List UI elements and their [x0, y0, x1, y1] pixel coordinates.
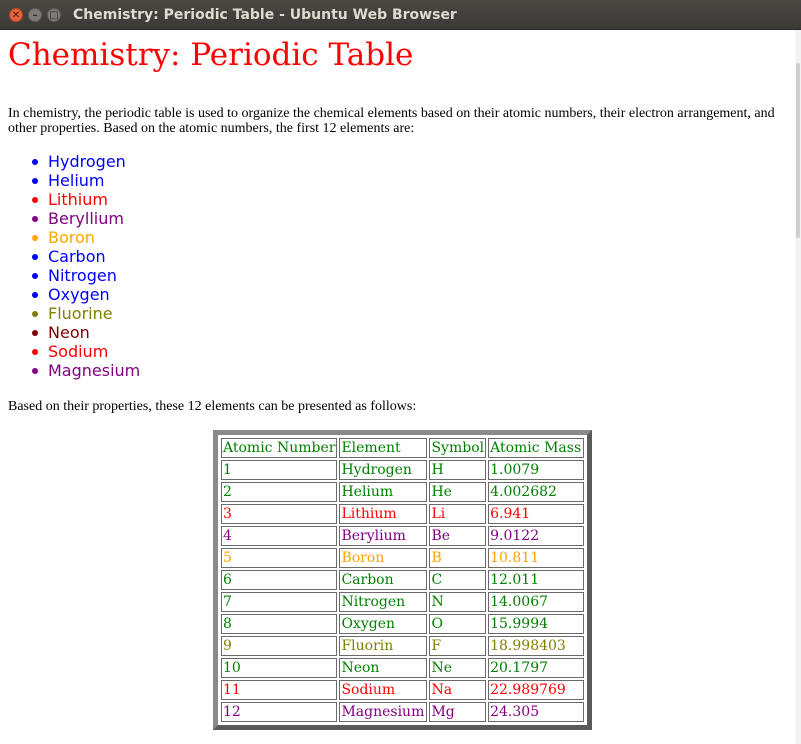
cell-symbol: N [429, 592, 487, 612]
list-item: Neon [31, 323, 140, 342]
element-list: Hydrogen Helium Lithium Beryllium Boron Carbo… [8, 152, 140, 380]
cell-atomic-number: 11 [221, 680, 338, 700]
cell-element: Nitrogen [339, 592, 428, 612]
cell-atomic-number: 8 [221, 614, 338, 634]
cell-atomic-mass: 1.0079 [488, 460, 585, 480]
table-row: 12 Magnesium Mg 24.305 [221, 702, 585, 722]
list-item: Oxygen [31, 285, 140, 304]
cell-atomic-number: 5 [221, 548, 338, 568]
cell-atomic-number: 1 [221, 460, 338, 480]
table-row: 8 Oxygen O 15.9994 [221, 614, 585, 634]
maximize-window-button[interactable]: □ [47, 8, 61, 22]
cell-symbol: Mg [429, 702, 487, 722]
table-header-row: Atomic Number Element Symbol Atomic Mass [221, 438, 585, 458]
cell-atomic-mass: 14.0067 [488, 592, 585, 612]
cell-atomic-mass: 10.811 [488, 548, 585, 568]
page-title: Chemistry: Periodic Table [8, 37, 414, 73]
cell-atomic-number: 4 [221, 526, 338, 546]
cell-element: Berylium [339, 526, 428, 546]
cell-symbol: Na [429, 680, 487, 700]
cell-atomic-number: 6 [221, 570, 338, 590]
cell-symbol: F [429, 636, 487, 656]
table-row: 7 Nitrogen N 14.0067 [221, 592, 585, 612]
table-row: 5 Boron B 10.811 [221, 548, 585, 568]
cell-element: Hydrogen [339, 460, 428, 480]
window-titlebar: ✕ – □ Chemistry: Periodic Table - Ubuntu… [0, 0, 801, 30]
table-row: 4 Berylium Be 9.0122 [221, 526, 585, 546]
cell-atomic-mass: 4.002682 [488, 482, 585, 502]
table-row: 10 Neon Ne 20.1797 [221, 658, 585, 678]
cell-atomic-number: 2 [221, 482, 338, 502]
cell-atomic-mass: 20.1797 [488, 658, 585, 678]
cell-element: Carbon [339, 570, 428, 590]
cell-element: Helium [339, 482, 428, 502]
cell-atomic-mass: 15.9994 [488, 614, 585, 634]
table-row: 6 Carbon C 12.011 [221, 570, 585, 590]
cell-atomic-number: 7 [221, 592, 338, 612]
header-atomic-mass: Atomic Mass [488, 438, 585, 458]
window-title: Chemistry: Periodic Table - Ubuntu Web B… [73, 7, 457, 23]
cell-element: Boron [339, 548, 428, 568]
table-row: 11 Sodium Na 22.989769 [221, 680, 585, 700]
cell-atomic-mass: 12.011 [488, 570, 585, 590]
cell-atomic-number: 10 [221, 658, 338, 678]
periodic-table: Atomic Number Element Symbol Atomic Mass… [219, 436, 586, 724]
table-row: 2 Helium He 4.002682 [221, 482, 585, 502]
cell-atomic-number: 12 [221, 702, 338, 722]
cell-atomic-number: 3 [221, 504, 338, 524]
cell-element: Lithium [339, 504, 428, 524]
list-item: Beryllium [31, 209, 140, 228]
cell-element: Neon [339, 658, 428, 678]
cell-atomic-mass: 9.0122 [488, 526, 585, 546]
table-row: 3 Lithium Li 6.941 [221, 504, 585, 524]
list-item: Hydrogen [31, 152, 140, 171]
header-atomic-number: Atomic Number [221, 438, 338, 458]
list-item: Boron [31, 228, 140, 247]
minimize-window-button[interactable]: – [28, 8, 42, 22]
header-symbol: Symbol [429, 438, 487, 458]
cell-symbol: O [429, 614, 487, 634]
cell-symbol: Ne [429, 658, 487, 678]
cell-atomic-mass: 24.305 [488, 702, 585, 722]
intro-paragraph: In chemistry, the periodic table is used… [8, 106, 775, 136]
outro-paragraph: Based on their properties, these 12 elem… [8, 399, 417, 414]
cell-atomic-mass: 18.998403 [488, 636, 585, 656]
cell-atomic-mass: 22.989769 [488, 680, 585, 700]
list-item: Sodium [31, 342, 140, 361]
cell-symbol: Be [429, 526, 487, 546]
cell-symbol: He [429, 482, 487, 502]
cell-atomic-number: 9 [221, 636, 338, 656]
cell-symbol: Li [429, 504, 487, 524]
list-item: Lithium [31, 190, 140, 209]
cell-atomic-mass: 6.941 [488, 504, 585, 524]
cell-element: Magnesium [339, 702, 428, 722]
list-item: Fluorine [31, 304, 140, 323]
periodic-table-frame: Atomic Number Element Symbol Atomic Mass… [213, 430, 593, 730]
list-item: Carbon [31, 247, 140, 266]
cell-symbol: H [429, 460, 487, 480]
list-item: Nitrogen [31, 266, 140, 285]
table-row: 9 Fluorin F 18.998403 [221, 636, 585, 656]
table-row: 1 Hydrogen H 1.0079 [221, 460, 585, 480]
cell-element: Oxygen [339, 614, 428, 634]
cell-element: Fluorin [339, 636, 428, 656]
close-window-button[interactable]: ✕ [9, 8, 23, 22]
list-item: Magnesium [31, 361, 141, 380]
list-item: Helium [31, 171, 140, 190]
cell-symbol: C [429, 570, 487, 590]
cell-symbol: B [429, 548, 487, 568]
scrollbar-thumb[interactable] [796, 63, 800, 238]
header-element: Element [339, 438, 428, 458]
cell-element: Sodium [339, 680, 428, 700]
